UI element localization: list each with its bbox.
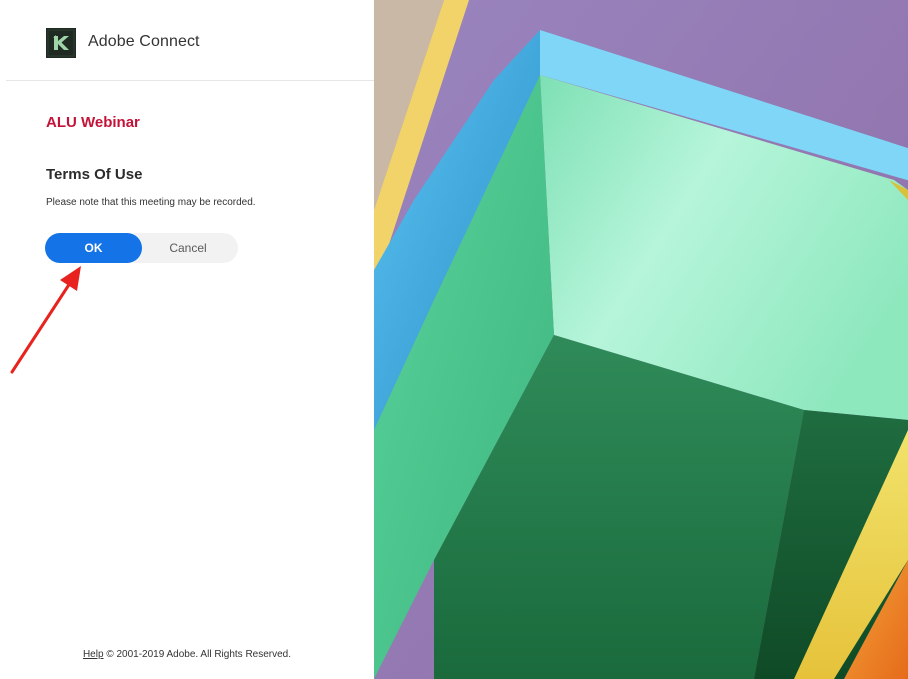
- copyright-text: © 2001-2019 Adobe. All Rights Reserved.: [106, 649, 292, 660]
- terms-text: Please note that this meeting may be rec…: [46, 197, 256, 208]
- annotation-arrow-icon: [10, 266, 81, 374]
- adobe-connect-logo-icon: [46, 28, 76, 58]
- app-header: Adobe Connect: [6, 6, 374, 81]
- cancel-button[interactable]: Cancel: [134, 233, 238, 263]
- ok-button[interactable]: OK: [45, 233, 142, 263]
- hero-cube-artwork: [374, 0, 908, 679]
- app-name: Adobe Connect: [88, 33, 200, 50]
- footer: Help © 2001-2019 Adobe. All Rights Reser…: [0, 649, 374, 660]
- terms-title: Terms Of Use: [46, 166, 143, 183]
- meeting-name: ALU Webinar: [46, 114, 140, 131]
- left-panel: Adobe Connect ALU Webinar Terms Of Use P…: [0, 0, 374, 679]
- help-link[interactable]: Help: [83, 649, 104, 660]
